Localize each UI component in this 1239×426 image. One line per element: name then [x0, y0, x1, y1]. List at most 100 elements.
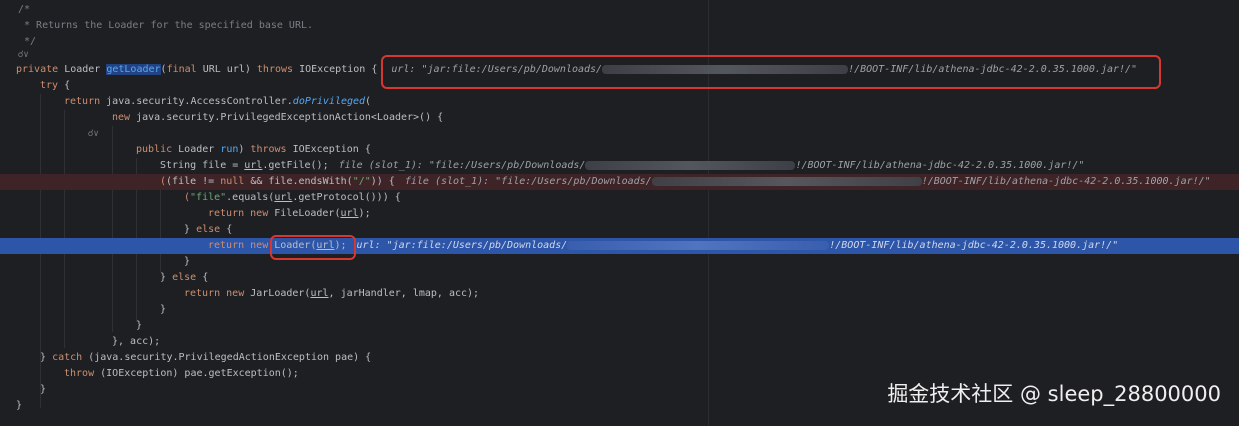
keyword-new: new: [250, 208, 269, 219]
keyword-else: else: [196, 224, 221, 235]
brace-close: }: [160, 272, 167, 283]
code-line-close-else[interactable]: }: [0, 254, 1239, 270]
code-line-catch[interactable]: } catch (java.security.PrivilegedActionE…: [0, 350, 1239, 366]
decl-string-file: String file =: [160, 160, 245, 171]
hint-url-prefix: url: "jar:file:/Users/pb/Downloads/: [356, 240, 568, 251]
keyword-new: new: [226, 288, 245, 299]
brace-close: }: [40, 384, 47, 395]
inline-value-hint: file (slot_1): "file:/Users/pb/Downloads…: [405, 176, 1211, 187]
hint-file-prefix: file (slot_1): "file:/Users/pb/Downloads…: [338, 160, 586, 171]
doc-comment-text: * Returns the Loader for the specified b…: [18, 20, 314, 31]
redacted-text: [567, 240, 830, 250]
code-line-comment: * Returns the Loader for the specified b…: [0, 18, 1239, 34]
code-line-string-file[interactable]: String file = url.getFile(); file (slot_1…: [0, 158, 1239, 174]
keyword-public: public: [136, 144, 173, 155]
keyword-private: private: [16, 64, 59, 75]
code-line-return-loader-current[interactable]: return new Loader(url); url: "jar:file:/U…: [0, 238, 1239, 254]
callout-loader-url: [270, 235, 356, 260]
cond-close: )) {: [370, 176, 395, 187]
code-line-return-fileloader[interactable]: return new FileLoader(url);: [0, 206, 1239, 222]
brace-close: }: [40, 352, 47, 363]
inline-value-hint: url: "jar:file:/Users/pb/Downloads/ !/BOO…: [357, 240, 1119, 251]
close-action-acc: }, acc);: [112, 336, 161, 347]
catch-clause: (java.security.PrivilegedActionException…: [88, 352, 372, 363]
call-getfile: .getFile();: [262, 160, 329, 171]
hint-file-prefix: file (slot_1): "file:/Users/pb/Downloads…: [404, 176, 652, 187]
param-url: url): [226, 64, 257, 75]
method-run: run: [220, 144, 239, 155]
open-paren: (: [365, 96, 372, 107]
code-line-new-action[interactable]: new java.security.PrivilegedExceptionAct…: [0, 110, 1239, 126]
code-line-run[interactable]: public Loader run) throws IOException {: [0, 142, 1239, 158]
keyword-else: else: [172, 272, 197, 283]
code-line-close-run[interactable]: }: [0, 318, 1239, 334]
args-jarloader: , jarHandler, lmap, acc);: [328, 288, 480, 299]
brace-close: }: [136, 320, 143, 331]
code-line-return-doprivileged[interactable]: return java.security.AccessController.do…: [0, 94, 1239, 110]
keyword-return: return: [184, 288, 221, 299]
class-accesscontroller: java.security.AccessController.: [106, 96, 293, 107]
keyword-new: new: [250, 240, 269, 251]
watermark-text: 掘金技术社区 @ sleep_28800000: [887, 382, 1221, 406]
class-jarloader: JarLoader(: [250, 288, 311, 299]
keyword-final: final: [166, 64, 197, 75]
hint-file-suffix: !/BOOT-INF/lib/athena-jdbc-42-2.0.35.100…: [921, 176, 1211, 187]
call-endswith: && file.endsWith(: [244, 176, 353, 187]
var-url: url: [340, 208, 359, 219]
class-fileloader: FileLoader(: [274, 208, 341, 219]
type-url: URL: [202, 64, 221, 75]
cond-file: (file !=: [166, 176, 221, 187]
brace-close: }: [184, 224, 191, 235]
brace-open: {: [364, 144, 371, 155]
redacted-text: [585, 160, 796, 170]
brace-open: {: [371, 64, 378, 75]
code-line-else-outer[interactable]: } else {: [0, 270, 1239, 286]
brace-close: }: [16, 400, 23, 411]
call-equals: .equals(: [226, 192, 275, 203]
var-url: url: [244, 160, 263, 171]
type-loader: Loader: [64, 64, 101, 75]
inline-value-hint: file (slot_1): "file:/Users/pb/Downloads…: [339, 160, 1085, 171]
keyword-throws: throws: [256, 64, 294, 75]
fold-marker-icon[interactable]: ☌∨: [0, 50, 29, 60]
keyword-return: return: [208, 240, 245, 251]
var-url: url: [274, 192, 293, 203]
var-url: url: [310, 288, 329, 299]
keyword-null: null: [220, 176, 245, 187]
redacted-text: [651, 176, 922, 186]
code-line-else[interactable]: } else {: [0, 222, 1239, 238]
brace-open: {: [202, 272, 209, 283]
keyword-return: return: [64, 96, 101, 107]
string-slash: "/": [352, 176, 371, 187]
brace-close: }: [160, 304, 167, 315]
brace-open: {: [226, 224, 233, 235]
code-line-comment-open: /*: [0, 2, 1239, 18]
code-line-return-jarloader[interactable]: return new JarLoader(url, jarHandler, lm…: [0, 286, 1239, 302]
keyword-new: new: [112, 112, 131, 123]
code-line-close-action[interactable]: }, acc);: [0, 334, 1239, 350]
code-line-annotation: ☌∨: [0, 126, 1239, 142]
code-line-if-endswith[interactable]: ((file != null && file.endsWith("/")) {f…: [0, 174, 1239, 190]
keyword-throw: throw: [64, 368, 95, 379]
brace-close: }: [184, 256, 191, 267]
throw-expression: (IOException) pae.getException();: [100, 368, 299, 379]
comment-close: */: [18, 36, 37, 47]
brace-open: {: [64, 80, 71, 91]
code-line-close-else-outer[interactable]: }: [0, 302, 1239, 318]
paren-close: ): [238, 144, 251, 155]
method-getloader[interactable]: getLoader: [106, 64, 161, 75]
close-semi: );: [358, 208, 371, 219]
type-ioexception: IOException: [292, 144, 359, 155]
string-file: "file": [190, 192, 227, 203]
code-line-if-protocol[interactable]: ("file".equals(url.getProtocol())) {: [0, 190, 1239, 206]
fold-marker-icon[interactable]: ☌∨: [0, 129, 99, 139]
keyword-try: try: [40, 80, 59, 91]
hint-url-suffix: !/BOOT-INF/lib/athena-jdbc-42-2.0.35.100…: [829, 240, 1119, 251]
code-editor[interactable]: /* * Returns the Loader for the specifie…: [0, 0, 1239, 426]
class-privilegedexceptionaction: java.security.PrivilegedExceptionAction<…: [136, 112, 444, 123]
comment-open: /*: [18, 4, 31, 15]
callout-url-value: [381, 55, 1161, 89]
keyword-throws: throws: [250, 144, 287, 155]
call-getprotocol: .getProtocol())) {: [292, 192, 401, 203]
keyword-return: return: [208, 208, 245, 219]
